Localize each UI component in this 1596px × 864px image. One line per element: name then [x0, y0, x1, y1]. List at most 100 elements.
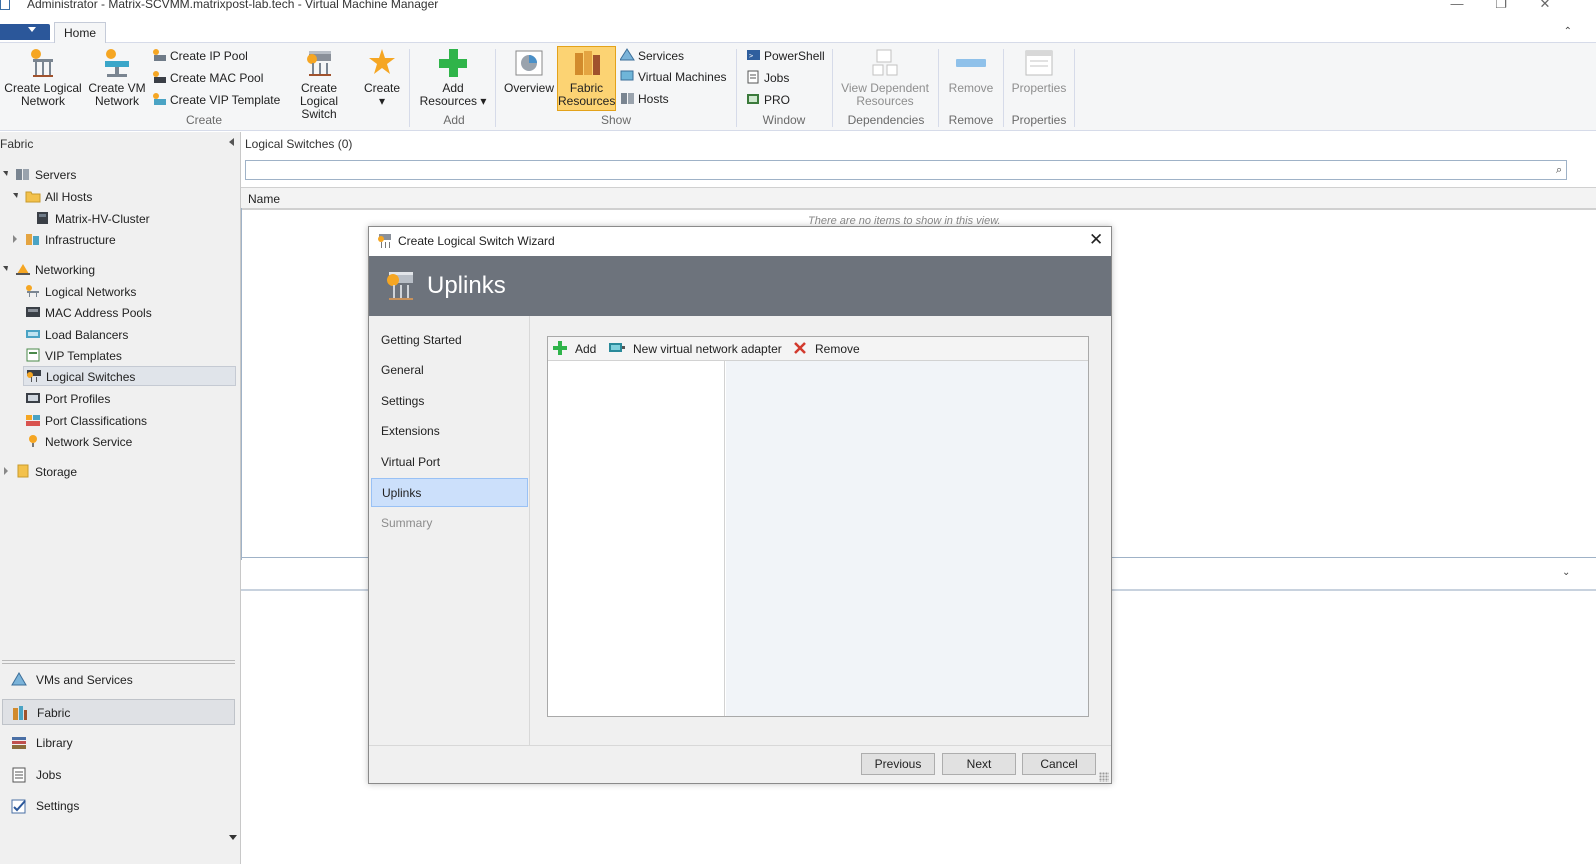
add-resources-button[interactable]: Add Resources ▾	[418, 47, 488, 108]
create-logical-switch-button[interactable]: Create Logical Switch	[281, 47, 357, 121]
create-vm-network-button[interactable]: Create VM Network	[86, 47, 148, 108]
collapse-ribbon-button[interactable]: ⌃	[1564, 26, 1572, 37]
infrastructure-label: Infrastructure	[45, 233, 116, 247]
services-button[interactable]: Services	[620, 47, 684, 65]
remove-x-icon	[794, 342, 806, 354]
cancel-button[interactable]: Cancel	[1022, 753, 1096, 775]
networking-icon	[16, 264, 30, 275]
tab-home[interactable]: Home	[54, 22, 106, 44]
servers-icon	[16, 169, 29, 180]
step-virtual-port[interactable]: Virtual Port	[371, 448, 528, 477]
app-icon	[0, 0, 10, 10]
tree-item-networking[interactable]: Networking	[15, 260, 95, 280]
expand-networking-icon[interactable]	[3, 266, 8, 271]
close-window-button[interactable]: ✕	[1535, 0, 1555, 12]
fabric-resources-button[interactable]: Fabric Resources	[557, 46, 616, 111]
vms-services-label: VMs and Services	[36, 673, 133, 687]
tree-item-servers[interactable]: Servers	[15, 165, 76, 185]
column-header-name[interactable]: Name	[248, 192, 280, 206]
jobs-ribbon-button[interactable]: Jobs	[746, 69, 789, 87]
fabric-label: Fabric	[37, 706, 71, 720]
create-dropdown-button[interactable]: Create ▾	[362, 47, 402, 108]
properties-button[interactable]: Properties	[1008, 47, 1070, 95]
virtual-machines-button[interactable]: Virtual Machines	[620, 68, 727, 86]
tree-item-logical-switches[interactable]: Logical Switches	[23, 366, 236, 386]
step-settings[interactable]: Settings	[371, 387, 528, 416]
search-icon[interactable]: ⌕	[1556, 164, 1562, 177]
ribbon: Create Logical Network Create VM Network…	[0, 43, 1596, 131]
view-dependent-resources-button[interactable]: View Dependent Resources	[838, 47, 932, 108]
create-ip-pool-button[interactable]: Create IP Pool	[152, 47, 248, 65]
next-button[interactable]: Next	[942, 753, 1016, 775]
powershell-label: PowerShell	[764, 49, 825, 63]
tree-item-storage[interactable]: Storage	[15, 462, 77, 482]
tree-item-vip-templates[interactable]: VIP Templates	[25, 346, 122, 366]
tree-item-network-service[interactable]: Network Service	[25, 432, 132, 452]
remove-uplink-button[interactable]: Remove	[792, 340, 860, 358]
workspace-vms-services[interactable]: VMs and Services	[2, 667, 235, 693]
workspace-splitter[interactable]	[2, 660, 235, 664]
group-label-create: Create	[185, 113, 223, 127]
create-vm-network-label-1: Create VM	[88, 81, 146, 95]
cluster-icon	[37, 212, 48, 224]
expand-storage-icon[interactable]	[4, 467, 8, 475]
dialog-close-button[interactable]: ✕	[1089, 230, 1103, 250]
workspace-jobs[interactable]: Jobs	[2, 762, 235, 788]
create-logical-network-label-2: Network	[20, 94, 65, 108]
tree-item-cluster[interactable]: Matrix-HV-Cluster	[35, 209, 150, 229]
create-logical-network-button[interactable]: Create Logical Network	[4, 47, 82, 108]
search-input[interactable]	[245, 160, 1567, 180]
create-vip-template-button[interactable]: Create VIP Template	[152, 91, 280, 109]
step-extensions[interactable]: Extensions	[371, 417, 528, 446]
workspace-library[interactable]: Library	[2, 730, 235, 756]
tree-item-port-classifications[interactable]: Port Classifications	[25, 411, 147, 431]
group-label-window: Window	[762, 113, 806, 127]
vip-template-icon	[153, 93, 166, 105]
tree-item-infrastructure[interactable]: Infrastructure	[25, 230, 116, 250]
overview-button[interactable]: Overview	[502, 47, 556, 95]
virtual-machines-icon	[620, 70, 634, 81]
expand-infrastructure-icon[interactable]	[13, 235, 17, 243]
network-adapter-icon	[609, 343, 625, 352]
details-expand-icon[interactable]: ⌄	[1562, 567, 1570, 578]
remove-ribbon-button[interactable]: Remove	[944, 47, 998, 95]
collapse-nav-icon[interactable]	[229, 138, 234, 146]
more-workspaces-icon[interactable]	[229, 835, 237, 840]
tree-item-port-profiles[interactable]: Port Profiles	[25, 389, 110, 409]
load-balancers-icon	[26, 330, 40, 338]
workspace-fabric[interactable]: Fabric	[2, 699, 235, 725]
group-separator	[832, 49, 833, 127]
expand-all-hosts-icon[interactable]	[13, 193, 18, 198]
workspace-settings[interactable]: Settings	[2, 793, 235, 819]
servers-label: Servers	[35, 168, 77, 182]
tree-item-load-balancers[interactable]: Load Balancers	[25, 325, 128, 345]
uplinks-banner-icon	[387, 272, 413, 300]
port-classifications-label: Port Classifications	[45, 414, 148, 428]
create-mac-pool-button[interactable]: Create MAC Pool	[152, 69, 263, 87]
tree-item-all-hosts[interactable]: All Hosts	[25, 187, 92, 207]
network-service-icon	[29, 435, 37, 447]
tree-item-logical-networks[interactable]: Logical Networks	[25, 282, 136, 302]
restore-button[interactable]: ❐	[1491, 0, 1511, 12]
file-menu-button[interactable]	[0, 24, 50, 40]
step-uplinks[interactable]: Uplinks	[371, 478, 528, 507]
add-uplink-label: Add	[575, 342, 597, 356]
powershell-button[interactable]: > PowerShell	[746, 47, 825, 65]
minimize-button[interactable]: —	[1447, 0, 1467, 11]
jobs-workspace-icon	[12, 767, 26, 783]
remove-uplink-label: Remove	[815, 342, 860, 356]
new-virtual-network-adapter-button[interactable]: New virtual network adapter	[608, 340, 782, 358]
expand-servers-icon[interactable]	[3, 171, 8, 176]
group-label-properties: Properties	[1011, 113, 1067, 127]
hosts-button[interactable]: Hosts	[620, 90, 669, 108]
add-uplink-button[interactable]: Add	[552, 340, 596, 358]
resize-grip[interactable]	[1099, 772, 1109, 782]
pro-button[interactable]: PRO	[746, 91, 790, 109]
previous-button[interactable]: Previous	[861, 753, 935, 775]
uplinks-tree[interactable]	[548, 361, 725, 716]
tree-item-mac-pools[interactable]: MAC Address Pools	[25, 303, 152, 323]
step-summary[interactable]: Summary	[371, 509, 528, 538]
grid-border	[241, 208, 242, 560]
step-getting-started[interactable]: Getting Started	[371, 326, 528, 355]
step-general[interactable]: General	[371, 356, 528, 385]
